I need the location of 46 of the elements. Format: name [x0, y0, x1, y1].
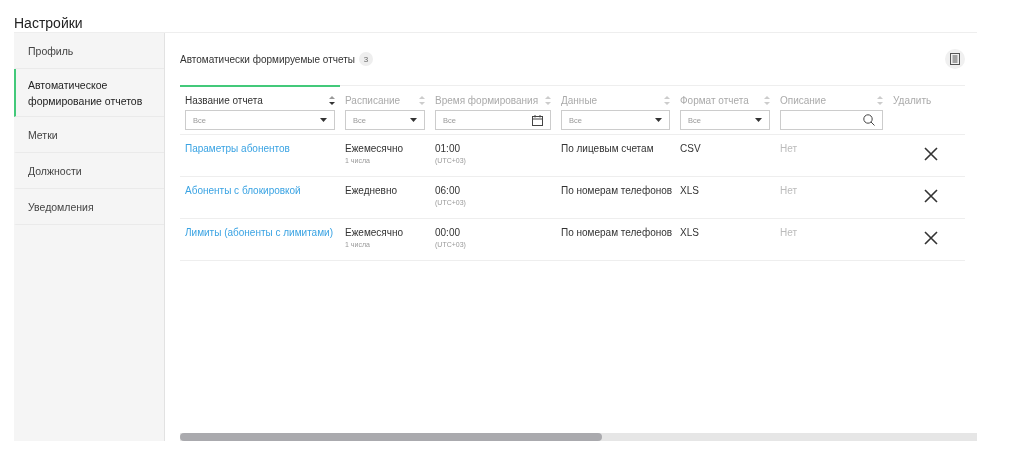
search-icon[interactable] [863, 114, 875, 126]
sort-icon[interactable] [329, 95, 335, 105]
table-cell-text: Нет [780, 227, 799, 238]
page-title: Настройки [13, 14, 83, 32]
close-icon[interactable] [924, 189, 938, 203]
table-cell-text: 00:00 [435, 227, 462, 238]
column-header: Удалить [893, 94, 932, 106]
table-cell-text: Нет [780, 185, 799, 196]
caret-icon [655, 118, 662, 122]
caret-icon [410, 118, 417, 122]
column-header[interactable]: Данные [561, 94, 598, 106]
caret-icon [755, 118, 762, 122]
close-icon[interactable] [924, 231, 938, 245]
table-cell-text: 06:00 [435, 185, 462, 196]
table-cell-text: Ежедневно [345, 185, 399, 196]
table-cell: По номерам телефонов [561, 185, 670, 196]
close-icon[interactable] [924, 147, 938, 161]
sidebar-item[interactable]: Автоматическое формирование отчетов [14, 69, 164, 117]
table-cell-text: Ежемесячно [345, 227, 405, 238]
report-link[interactable]: Параметры абонентов [185, 143, 290, 154]
calendar-icon[interactable] [532, 114, 543, 126]
section-title: Автоматически формируемые отчеты [180, 53, 355, 65]
table-cell-text: По лицевым счетам [561, 143, 655, 154]
column-header[interactable]: Формат отчета [680, 94, 749, 106]
sidebar-item[interactable]: Метки [14, 117, 164, 153]
column-header[interactable]: Название отчета [185, 94, 263, 106]
caret-icon [320, 118, 327, 122]
report-link[interactable]: Лимиты (абоненты с лимитами) [185, 227, 333, 238]
column-header[interactable]: Описание [780, 94, 826, 106]
sidebar-item[interactable]: Должности [14, 153, 164, 189]
table-cell: По номерам телефонов [561, 227, 670, 238]
column-header[interactable]: Время формирования [435, 94, 539, 106]
table-cell-text: XLS [680, 185, 700, 196]
table-cell-text: Ежемесячно [345, 143, 405, 154]
sidebar-item[interactable]: Профиль [14, 33, 164, 69]
table-cell-text: XLS [680, 227, 700, 238]
count-badge: 3 [358, 52, 373, 66]
table-cell-text: 01:00 [435, 143, 462, 154]
table-cell-text: Нет [780, 143, 799, 154]
scrollbar[interactable] [180, 433, 977, 441]
report-link[interactable]: Абоненты с блокировкой [185, 185, 301, 196]
document-icon[interactable] [945, 49, 965, 69]
table-cell-text: CSV [680, 143, 702, 154]
sidebar-item[interactable]: Уведомления [14, 189, 164, 225]
search-field[interactable] [780, 110, 883, 130]
column-header[interactable]: Расписание [345, 94, 401, 106]
